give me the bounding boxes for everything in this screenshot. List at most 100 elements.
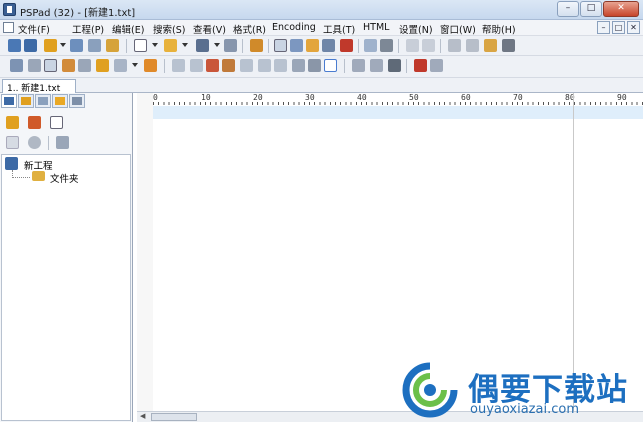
new-file-icon[interactable]: [134, 39, 147, 52]
close-button[interactable]: ✕: [603, 1, 639, 17]
find-in-files-icon[interactable]: [306, 39, 319, 52]
google-icon[interactable]: [324, 59, 337, 72]
save-all-icon[interactable]: [224, 39, 237, 52]
new-project-icon[interactable]: [8, 39, 21, 52]
find-icon[interactable]: [274, 39, 287, 52]
project-icon: [4, 97, 14, 105]
undo-icon[interactable]: [406, 39, 419, 52]
toolbar-separator: [406, 59, 407, 73]
ruler-mark: 90: [617, 93, 627, 102]
menu-html[interactable]: HTML: [363, 22, 389, 33]
ftp-icon[interactable]: [88, 39, 101, 52]
compare-icon[interactable]: [70, 39, 83, 52]
toolbar-separator: [440, 39, 441, 53]
table-icon[interactable]: [292, 59, 305, 72]
close-project-icon[interactable]: [6, 136, 19, 149]
bookmark-icon[interactable]: [250, 39, 263, 52]
explorer-icon: [38, 97, 48, 105]
print-icon[interactable]: [380, 39, 393, 52]
add-folder-icon[interactable]: [6, 116, 19, 129]
dropdown-arrow-icon[interactable]: [60, 43, 66, 47]
ruler-mark: 10: [201, 93, 211, 102]
add-file-icon[interactable]: [50, 116, 63, 129]
folder-icon: [21, 97, 31, 105]
menu-edit[interactable]: 编辑(E): [112, 22, 144, 36]
jump-icon[interactable]: [144, 59, 157, 72]
dropdown-arrow-icon[interactable]: [152, 43, 158, 47]
line-numbers-icon[interactable]: [78, 59, 91, 72]
watermark-logo: [402, 362, 458, 418]
play-macro-icon[interactable]: [352, 59, 365, 72]
open-file-icon[interactable]: [164, 39, 177, 52]
mdi-minimize-button[interactable]: –: [597, 21, 610, 34]
dropdown-arrow-icon[interactable]: [132, 63, 138, 67]
image-icon[interactable]: [222, 59, 235, 72]
cut-icon[interactable]: [448, 39, 461, 52]
column-mode-icon[interactable]: [44, 59, 57, 72]
tab-new1-txt[interactable]: 1.. 新建1.txt: [2, 79, 76, 94]
mdi-restore-button[interactable]: □: [612, 21, 625, 34]
tab-project[interactable]: [1, 94, 17, 108]
menu-settings[interactable]: 设置(N): [399, 22, 433, 36]
project-files-icon[interactable]: [44, 39, 57, 52]
tree-folder[interactable]: 文件夹: [50, 171, 79, 185]
tab-favorites[interactable]: [52, 94, 68, 108]
js-icon[interactable]: [274, 59, 287, 72]
delete-icon[interactable]: [502, 39, 515, 52]
html-icon[interactable]: [240, 59, 253, 72]
info-icon[interactable]: [28, 136, 41, 149]
replace-icon[interactable]: [290, 39, 303, 52]
menu-format[interactable]: 格式(R): [233, 22, 266, 36]
filter-icon[interactable]: [308, 59, 321, 72]
copy-icon[interactable]: [466, 39, 479, 52]
lock-icon[interactable]: [96, 59, 109, 72]
mdi-close-button[interactable]: ✕: [627, 21, 640, 34]
dropdown-arrow-icon[interactable]: [214, 43, 220, 47]
minimize-icon: –: [565, 3, 571, 13]
terminal-icon[interactable]: [388, 59, 401, 72]
stop-icon[interactable]: [414, 59, 427, 72]
pspad-app-icon: [3, 3, 16, 16]
window-title: PSPad (32) - [新建1.txt]: [20, 8, 136, 19]
pilcrow-icon[interactable]: [28, 59, 41, 72]
open-project-icon[interactable]: [24, 39, 37, 52]
goto-icon[interactable]: [340, 39, 353, 52]
paste-icon[interactable]: [484, 39, 497, 52]
word-wrap-icon[interactable]: [10, 59, 23, 72]
redo-icon[interactable]: [422, 39, 435, 52]
save-icon[interactable]: [196, 39, 209, 52]
key-icon[interactable]: [430, 59, 443, 72]
color-picker-icon[interactable]: [206, 59, 219, 72]
toolbar-separator: [344, 59, 345, 73]
brackets-icon[interactable]: [322, 39, 335, 52]
document-icon[interactable]: [3, 22, 14, 33]
window-controls: – □ ✕: [557, 1, 639, 17]
syntax-icon[interactable]: [114, 59, 127, 72]
tab-windows[interactable]: [69, 94, 85, 108]
dropdown-arrow-icon[interactable]: [182, 43, 188, 47]
outdent-icon[interactable]: [190, 59, 203, 72]
tab-explorer[interactable]: [35, 94, 51, 108]
menu-window[interactable]: 窗口(W): [440, 22, 476, 36]
menu-view[interactable]: 查看(V): [193, 22, 226, 36]
tools-icon[interactable]: [56, 136, 69, 149]
menu-file[interactable]: 文件(F): [18, 22, 50, 36]
menu-encoding[interactable]: Encoding: [272, 22, 316, 33]
css-icon[interactable]: [258, 59, 271, 72]
preview-icon[interactable]: [364, 39, 377, 52]
remove-folder-icon[interactable]: [28, 116, 41, 129]
menu-project[interactable]: 工程(P): [72, 22, 104, 36]
menu-help[interactable]: 帮助(H): [482, 22, 516, 36]
tab-files[interactable]: [18, 94, 34, 108]
scroll-left-icon[interactable]: ◀: [140, 412, 145, 420]
record-macro-icon[interactable]: [370, 59, 383, 72]
maximize-button[interactable]: □: [580, 1, 602, 17]
menu-tools[interactable]: 工具(T): [323, 22, 355, 36]
highlight-icon[interactable]: [62, 59, 75, 72]
minimize-button[interactable]: –: [557, 1, 579, 17]
indent-icon[interactable]: [172, 59, 185, 72]
project-panel: 新工程 文件夹: [0, 93, 133, 422]
clip-icon[interactable]: [106, 39, 119, 52]
scroll-thumb[interactable]: [151, 413, 197, 421]
menu-search[interactable]: 搜索(S): [153, 22, 185, 36]
